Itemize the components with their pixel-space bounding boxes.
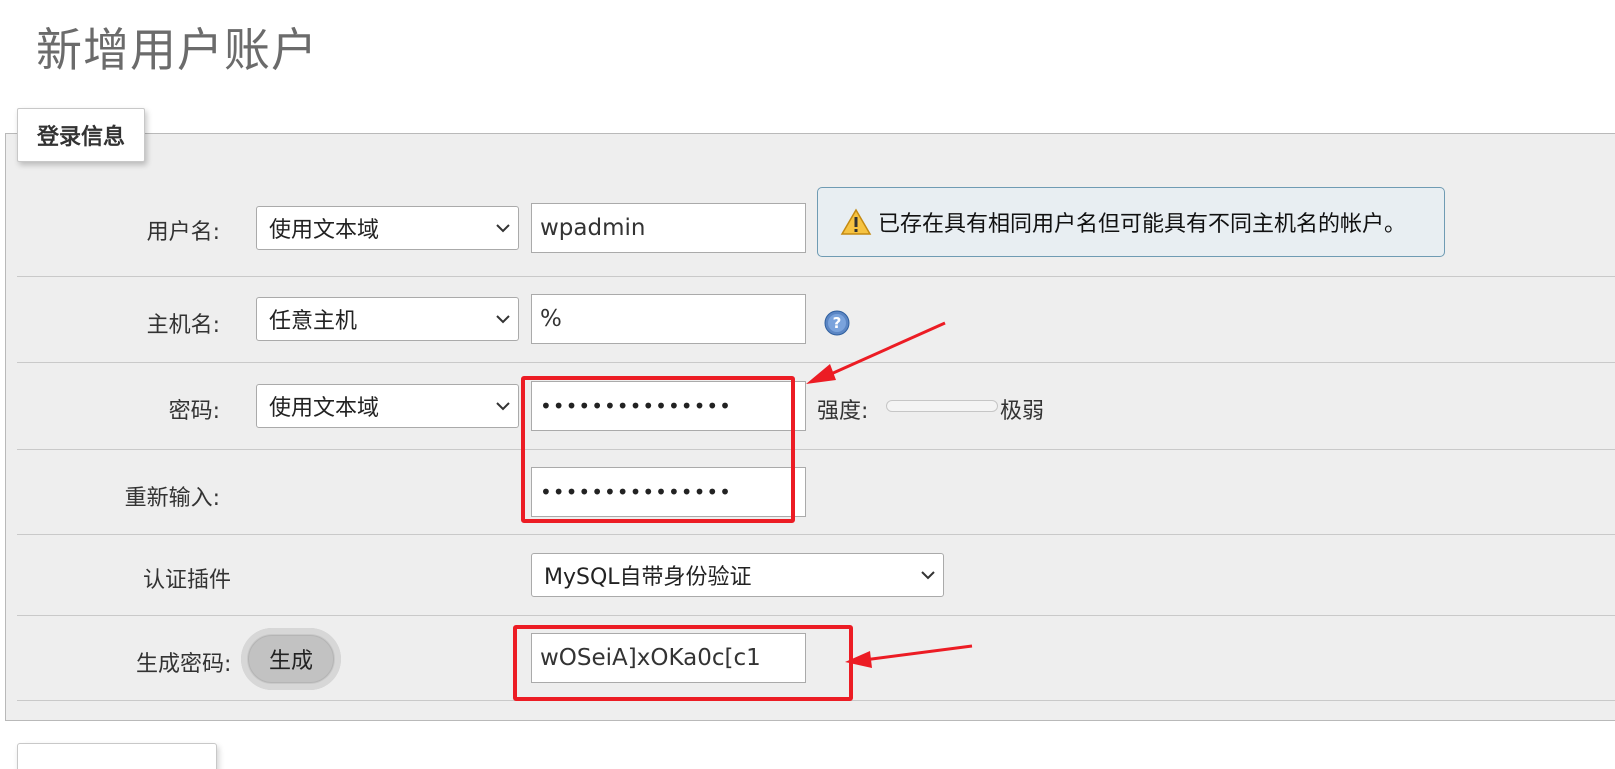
chevron-down-icon — [496, 402, 510, 411]
password-label: 密码: — [168, 399, 220, 424]
add-user-account-page: 新增用户账户 登录信息 用户名: 使用文本域 wpadmin 已存在具有相同用户… — [0, 0, 1615, 769]
username-type-value: 使用文本域 — [269, 218, 380, 243]
generate-password-label: 生成密码: — [136, 652, 232, 677]
row-divider — [17, 449, 1615, 450]
generate-button-label: 生成 — [248, 635, 334, 683]
auth-plugin-label: 认证插件 — [143, 568, 232, 593]
auth-plugin-select[interactable]: MySQL自带身份验证 — [531, 553, 944, 597]
warning-icon — [840, 208, 872, 235]
strength-label: 强度: — [817, 399, 869, 424]
strength-meter — [886, 400, 998, 412]
hostname-type-value: 任意主机 — [269, 309, 358, 334]
annotation-arrow-icon — [806, 321, 946, 384]
notice-text: 已存在具有相同用户名但可能具有不同主机名的帐户。 — [878, 212, 1407, 237]
hostname-type-select[interactable]: 任意主机 — [256, 297, 519, 341]
annotation-box-generated — [513, 625, 853, 701]
reenter-label: 重新输入: — [124, 486, 220, 511]
username-input[interactable]: wpadmin — [531, 203, 806, 253]
row-divider — [17, 615, 1615, 616]
duplicate-user-notice: 已存在具有相同用户名但可能具有不同主机名的帐户。 — [817, 187, 1445, 257]
username-label: 用户名: — [146, 220, 220, 245]
auth-plugin-value: MySQL自带身份验证 — [544, 565, 752, 590]
password-type-select[interactable]: 使用文本域 — [256, 384, 519, 428]
hostname-input[interactable]: % — [531, 294, 806, 344]
password-type-value: 使用文本域 — [269, 396, 380, 421]
annotation-box-passwords — [521, 376, 795, 523]
username-type-select[interactable]: 使用文本域 — [256, 206, 519, 250]
generate-button[interactable]: 生成 — [241, 628, 341, 690]
strength-value: 极弱 — [1000, 399, 1045, 424]
row-divider — [17, 534, 1615, 535]
hostname-label: 主机名: — [146, 313, 220, 338]
login-info-legend: 登录信息 — [17, 108, 145, 162]
chevron-down-icon — [496, 315, 510, 324]
page-title: 新增用户账户 — [36, 23, 318, 77]
next-section-legend — [17, 743, 217, 769]
chevron-down-icon — [921, 571, 935, 580]
chevron-down-icon — [496, 224, 510, 233]
row-divider — [17, 276, 1615, 277]
annotation-arrow-icon — [845, 644, 973, 668]
